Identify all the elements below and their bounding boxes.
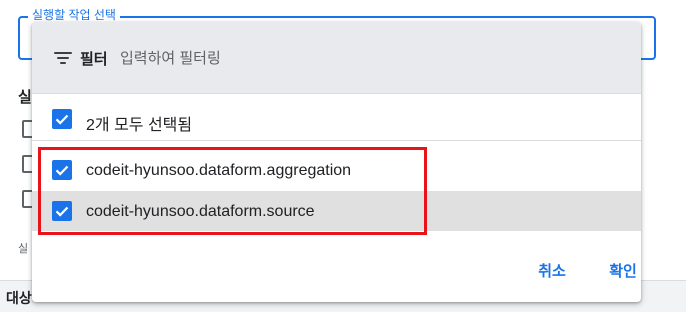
checkmark-icon — [55, 114, 69, 125]
highlight-box — [38, 147, 427, 235]
app-stage: 실행할 작업 선택 실 실 대상 필터 2개 모두 선택됨 — [0, 0, 686, 312]
task-select-legend: 실행할 작업 선택 — [28, 8, 120, 22]
divider — [32, 140, 641, 141]
select-all-checkbox[interactable] — [52, 109, 72, 129]
cancel-button[interactable]: 취소 — [532, 258, 572, 282]
background-section-label: 실 — [18, 89, 32, 106]
filter-input[interactable] — [120, 46, 600, 70]
filter-label: 필터 — [80, 51, 108, 68]
ok-button[interactable]: 확인 — [603, 258, 641, 282]
background-helper-text: 실 — [18, 243, 29, 255]
select-all-label: 2개 모두 선택됨 — [86, 117, 193, 134]
filter-bar: 필터 — [32, 22, 641, 94]
background-bottom-text: 대상 — [6, 290, 32, 306]
select-all-row[interactable]: 2개 모두 선택됨 — [32, 99, 641, 139]
filter-icon — [54, 52, 72, 66]
